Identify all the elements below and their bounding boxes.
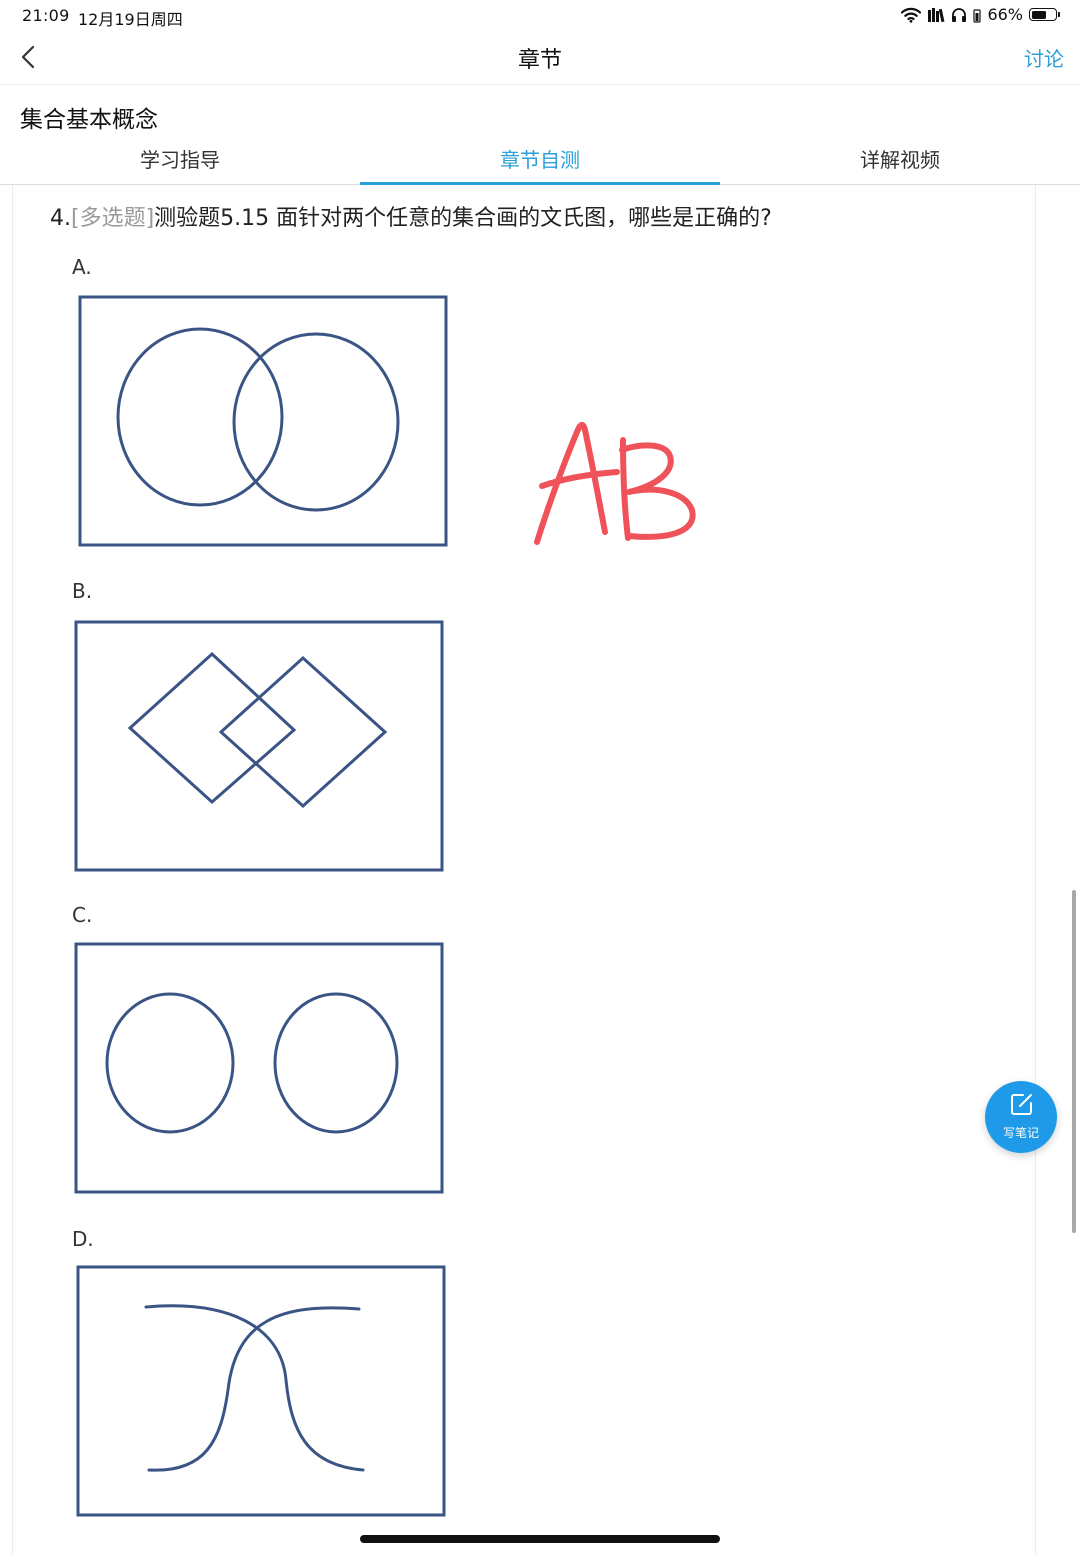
battery-nub [1058, 12, 1060, 17]
figure-b-universe-rect [74, 620, 444, 872]
option-d-label[interactable]: D. [72, 1227, 94, 1251]
handwritten-answer-ab [534, 422, 696, 545]
figure-c-set-circle-1 [105, 992, 235, 1134]
headphones-icon [952, 7, 967, 22]
question-text: 4.[多选题]测验题5.15 面针对两个任意的集合画的文氏图，哪些是正确的? [50, 200, 772, 232]
option-c-label[interactable]: C. [72, 903, 92, 927]
write-note-label: 写笔记 [1002, 1126, 1039, 1140]
tab-study-guide[interactable]: 学习指导 [0, 144, 360, 173]
tab-video-explanation[interactable]: 详解视频 [720, 144, 1080, 173]
headphone-battery-icon [973, 8, 982, 23]
figure-a-universe-rect [78, 295, 448, 547]
question-type: [多选题] [71, 206, 155, 231]
figure-d-universe-rect [76, 1265, 446, 1517]
option-a-figure[interactable] [78, 295, 450, 549]
home-indicator [360, 1535, 720, 1543]
option-d-figure[interactable] [76, 1265, 448, 1519]
question-number: 4. [50, 206, 71, 231]
nav-bar: 章节 讨论 [0, 32, 1080, 82]
status-date: 12月19日周四 [78, 10, 183, 29]
battery-fill [1031, 10, 1046, 19]
library-icon [928, 7, 945, 22]
discuss-button[interactable]: 讨论 [1024, 43, 1064, 72]
option-c-figure[interactable] [74, 942, 446, 1196]
battery-percent: 66% [987, 5, 1023, 24]
status-time: 21:09 [22, 6, 70, 25]
figure-b-set-diamond-2 [218, 655, 388, 809]
figure-a-set-circle-1 [116, 327, 284, 507]
header-divider [0, 84, 1080, 85]
tab-chapter-test[interactable]: 章节自测 [360, 144, 720, 173]
status-bar: 21:09 12月19日周四 66% [0, 0, 1080, 32]
battery-icon [1029, 8, 1057, 21]
wifi-icon [901, 7, 922, 23]
figure-b-set-diamond-1 [127, 651, 297, 805]
figure-d-set-curve-2 [147, 1306, 361, 1472]
question-body: 测验题5.15 面针对两个任意的集合画的文氏图，哪些是正确的? [154, 206, 772, 231]
figure-a-set-circle-2 [232, 332, 400, 512]
option-a-label[interactable]: A. [72, 255, 92, 279]
write-note-button[interactable]: 写笔记 [985, 1081, 1057, 1153]
figure-c-set-circle-2 [273, 992, 399, 1134]
page-title: 章节 [517, 48, 562, 73]
edit-note-icon [1011, 1094, 1032, 1115]
option-b-figure[interactable] [74, 620, 446, 874]
tab-bar: 学习指导 章节自测 详解视频 [0, 140, 1080, 185]
chapter-title: 集合基本概念 [20, 107, 158, 133]
status-icons: 66% [901, 5, 1060, 24]
scrollbar-thumb[interactable] [1072, 890, 1076, 1233]
option-b-label[interactable]: B. [72, 579, 92, 603]
figure-c-universe-rect [74, 942, 444, 1194]
